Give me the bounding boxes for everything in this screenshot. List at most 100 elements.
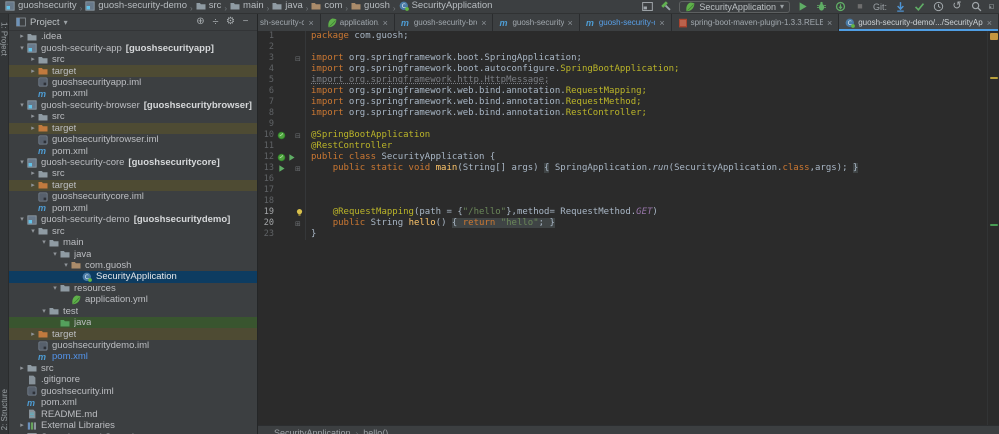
toolwindow-icon[interactable] [641,1,653,13]
chevron-expanded-icon[interactable]: ▾ [17,159,27,166]
chevron-collapsed-icon[interactable]: ▸ [17,422,27,429]
editor-tab[interactable]: m guosh-security-app × [493,14,580,31]
code-line[interactable]: 23} [258,229,999,240]
code-text[interactable]: @SpringBootApplication [306,130,430,141]
breadcrumb-item[interactable]: guosh [351,0,390,11]
run-button[interactable] [797,1,809,13]
tool-button-structure[interactable]: 2: Structure [0,389,9,430]
code-text[interactable]: import org.springframework.web.bind.anno… [306,97,642,108]
tree-row[interactable]: ▾ guosh-security-demo [guoshsecuritydemo] [9,214,257,225]
chevron-collapsed-icon[interactable]: ▸ [17,365,27,372]
editor-tab[interactable]: application.yml × [320,14,395,31]
chevron-expanded-icon[interactable]: ▾ [28,228,38,235]
editor-scrollbar[interactable] [987,31,999,425]
chevron-collapsed-icon[interactable]: ▸ [28,125,38,132]
chevron-expanded-icon[interactable]: ▾ [17,45,27,52]
intention-bulb-icon[interactable] [295,208,304,217]
code-text[interactable]: } [306,229,316,240]
code-text[interactable]: import org.springframework.web.bind.anno… [306,86,647,97]
tree-row[interactable]: m pom.xml [9,203,257,214]
editor-tab[interactable]: sh-security-core × [258,14,321,31]
breadcrumb-method[interactable]: hello() [363,428,388,434]
chevron-expanded-icon[interactable]: ▾ [50,251,60,258]
code-text[interactable]: public static void main(String[] args) {… [306,163,859,174]
chevron-down-icon[interactable]: ▾ [64,18,68,27]
close-icon[interactable]: × [987,18,992,28]
code-text[interactable]: public String hello() { return "hello"; … [306,218,555,229]
tree-row[interactable]: ▾ test [9,306,257,317]
tree-row[interactable]: ▸ .idea [9,31,257,42]
code-text[interactable] [306,42,311,53]
history-clock-icon[interactable] [932,1,944,13]
debug-button[interactable] [816,1,828,13]
close-icon[interactable]: × [383,18,388,28]
code-text[interactable] [306,119,311,130]
vcs-update-icon[interactable] [894,1,906,13]
editor-tab[interactable]: Cguosh-security-demo/.../SecurityAp × [839,14,999,31]
code-line[interactable]: 3 ⊟ import org.springframework.boot.Spring… [258,53,999,64]
tree-row[interactable]: ▾ src [9,225,257,237]
code-line[interactable]: 2 [258,42,999,53]
code-line[interactable]: 9 [258,119,999,130]
editor-tab[interactable]: m guosh-security-demo× [579,14,672,31]
code-line[interactable]: 20 ⊞ public String hello() { return "hell… [258,218,999,229]
gear-icon[interactable]: ⚙ [225,16,236,28]
tree-row[interactable]: m pom.xml [9,397,257,408]
error-stripe-mark[interactable] [990,77,998,79]
tree-row[interactable]: m pom.xml [9,145,257,157]
code-text[interactable] [306,196,311,207]
tree-row[interactable]: guoshsecuritydemo.iml [9,340,257,351]
code-text[interactable] [306,185,311,196]
error-stripe-mark[interactable] [990,224,998,226]
chevron-expanded-icon[interactable]: ▾ [17,102,27,109]
code-line[interactable]: 10 ⊟ @SpringBootApplication [258,130,999,141]
chevron-expanded-icon[interactable]: ▾ [17,216,27,223]
tree-row[interactable]: ▸ External Libraries [9,420,257,431]
tree-row[interactable]: ▾ main [9,237,257,248]
tree-row[interactable]: ▾ guosh-security-core [guoshsecuritycore] [9,157,257,168]
chevron-collapsed-icon[interactable]: ▸ [28,331,38,338]
code-text[interactable]: package com.guosh; [306,31,409,42]
tree-row[interactable]: m pom.xml [9,351,257,362]
chevron-expanded-icon[interactable]: ▾ [61,262,71,269]
chevron-collapsed-icon[interactable]: ▸ [28,68,38,75]
fold-expand-icon[interactable]: ⊞ [295,164,304,173]
fold-expand-icon[interactable]: ⊞ [295,219,304,228]
code-line[interactable]: 4 import org.springframework.boot.autocon… [258,64,999,75]
tree-row[interactable]: C SecurityApplication [9,271,257,283]
tree-row[interactable]: ▸ src [9,168,257,179]
breadcrumb-item[interactable]: main [230,0,264,11]
tree-row[interactable]: application.yml [9,294,257,305]
code-line[interactable]: 12 public class SecurityApplication { [258,152,999,163]
close-icon[interactable]: × [659,18,664,28]
tree-row[interactable]: java [9,316,257,329]
code-line[interactable]: 5 import org.springframework.http.HttpMes… [258,75,999,86]
tree-row[interactable]: guoshsecurity.iml [9,386,257,397]
tree-row[interactable]: ▾ com.guosh [9,260,257,271]
code-editor[interactable]: 1 package com.guosh; 2 3 ⊟ import org.springf… [258,31,999,425]
tree-row[interactable]: ▸ src [9,363,257,374]
tree-row[interactable]: README.md [9,408,257,420]
search-icon[interactable] [970,1,982,13]
tree-row[interactable]: guoshsecuritycore.iml [9,191,257,202]
tree-row[interactable]: ▸ src [9,111,257,122]
code-line[interactable]: 18 [258,196,999,207]
breadcrumb-class[interactable]: SecurityApplication [274,428,351,434]
close-icon[interactable]: × [827,18,832,28]
chevron-expanded-icon[interactable]: ▾ [50,285,60,292]
tool-button-project[interactable]: 1: Project [0,22,9,56]
code-text[interactable]: import org.springframework.boot.autoconf… [306,64,679,75]
code-line[interactable]: 11 @RestController [258,141,999,152]
clipped-toolbar-icon[interactable] [989,1,994,13]
code-line[interactable]: 7 import org.springframework.web.bind.ann… [258,97,999,108]
chevron-expanded-icon[interactable]: ▾ [39,308,49,315]
tree-row[interactable]: guoshsecurityapp.iml [9,77,257,88]
chevron-collapsed-icon[interactable]: ▸ [28,113,38,120]
breadcrumb-item[interactable]: guoshsecurity [5,0,77,11]
spring-bean-gutter-icon[interactable] [277,131,286,140]
code-line[interactable]: 16 [258,174,999,185]
stop-button[interactable]: ■ [854,1,866,13]
code-text[interactable]: import org.springframework.boot.SpringAp… [306,53,582,64]
code-text[interactable]: import org.springframework.web.bind.anno… [306,108,647,119]
breadcrumb-item[interactable]: C SecurityApplication [399,0,492,11]
